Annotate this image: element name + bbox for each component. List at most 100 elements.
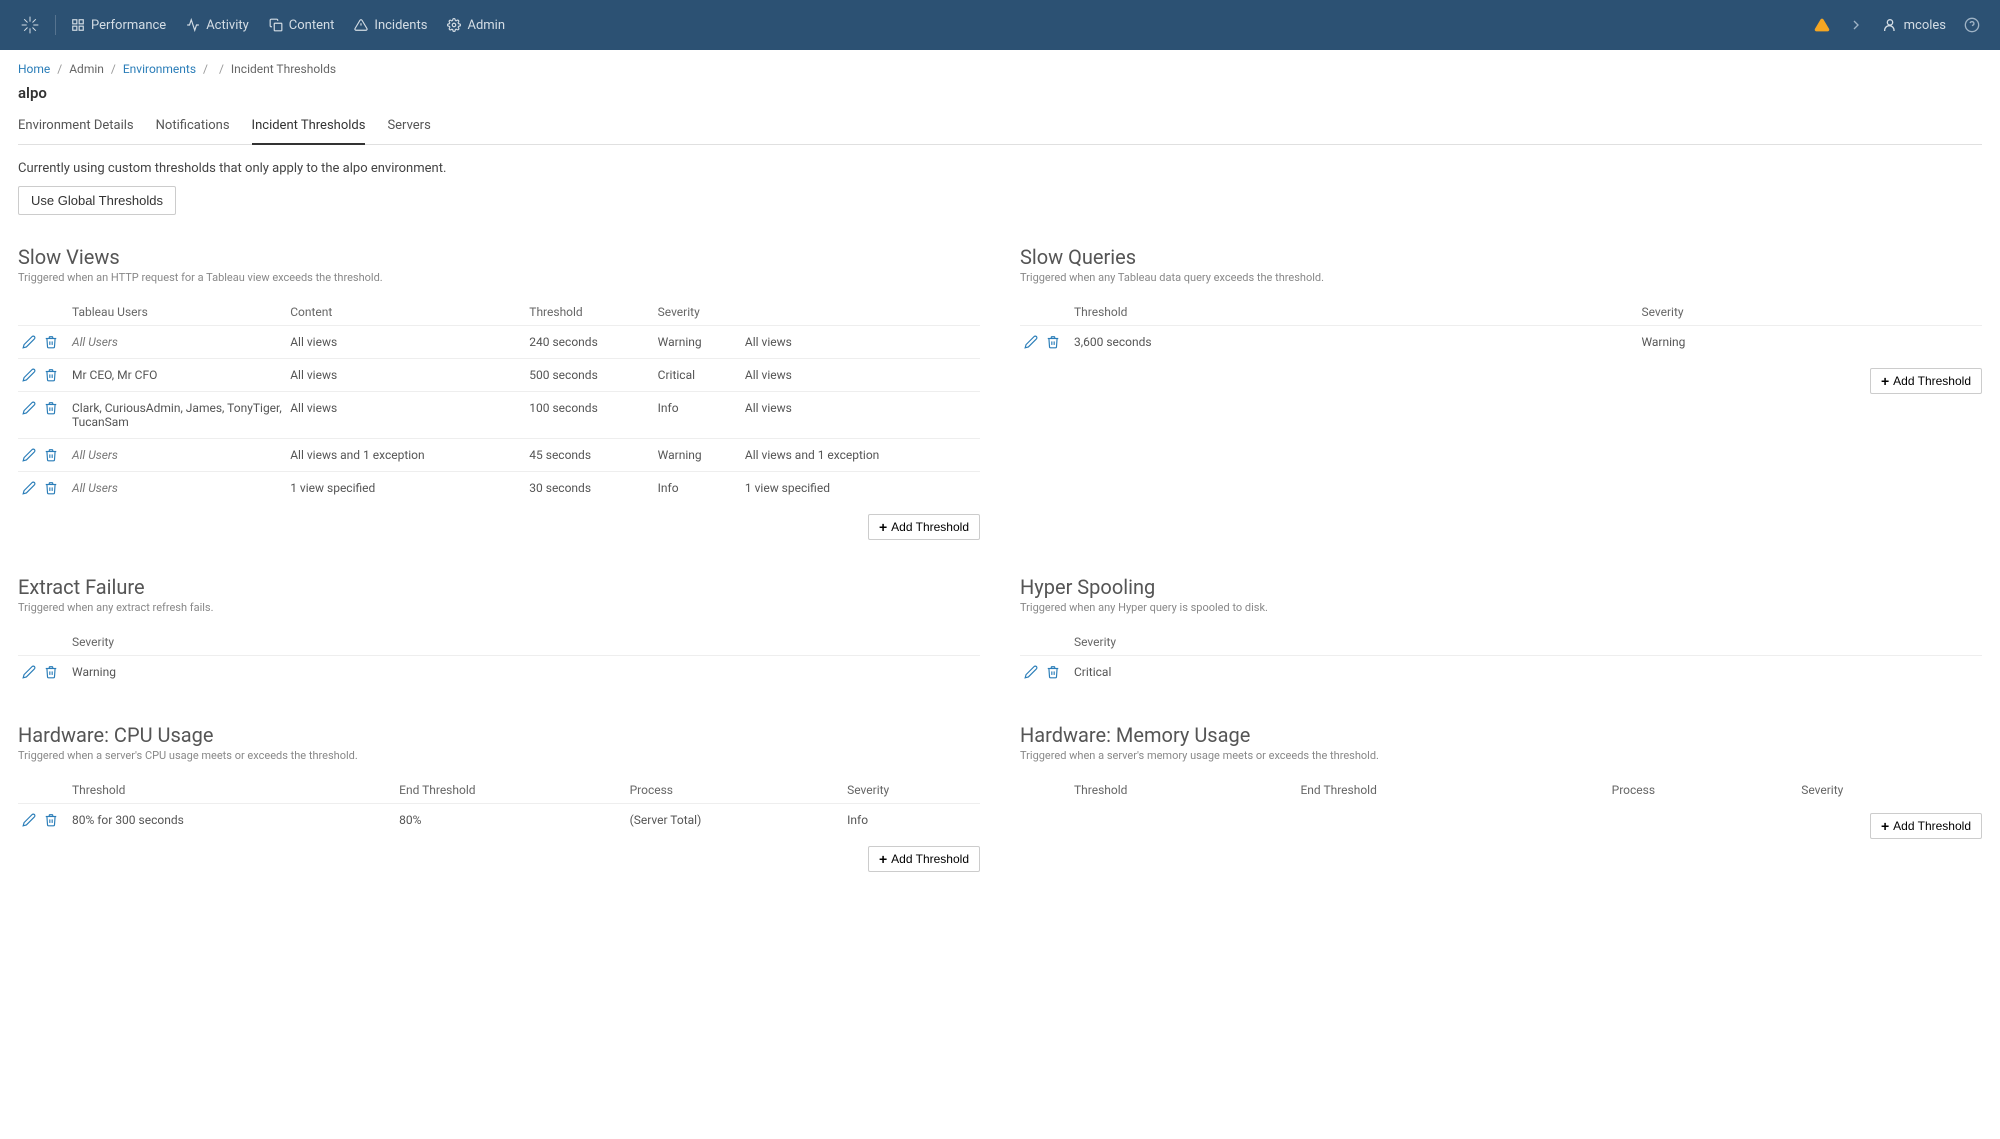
cell-severity: Warning [68, 656, 980, 689]
use-global-thresholds-button[interactable]: Use Global Thresholds [18, 186, 176, 215]
col-header: Severity [654, 299, 741, 326]
col-header: Threshold [1070, 777, 1296, 803]
breadcrumb-environments[interactable]: Environments [123, 62, 196, 76]
logo-container [20, 15, 56, 35]
table-row: Critical [1020, 656, 1982, 689]
add-threshold-button[interactable]: +Add Threshold [868, 514, 980, 540]
delete-icon[interactable] [44, 813, 58, 827]
breadcrumb-sep: / [219, 62, 224, 76]
table-row: Clark, CuriousAdmin, James, TonyTiger, T… [18, 392, 980, 439]
edit-icon[interactable] [22, 481, 36, 495]
col-header: End Threshold [1296, 777, 1607, 803]
nav-activity[interactable]: Activity [186, 18, 249, 33]
add-label: Add Threshold [891, 852, 969, 866]
tab-servers[interactable]: Servers [387, 112, 430, 144]
table-row: All UsersAll views and 1 exception45 sec… [18, 439, 980, 472]
nav-incidents[interactable]: Incidents [354, 18, 427, 33]
info-text: Currently using custom thresholds that o… [18, 161, 1982, 176]
topbar-right: mcoles [1814, 17, 1980, 33]
user-menu[interactable]: mcoles [1882, 17, 1946, 33]
delete-icon[interactable] [1046, 335, 1060, 349]
plus-icon: + [879, 852, 887, 866]
edit-icon[interactable] [22, 665, 36, 679]
tabs-container: Environment Details Notifications Incide… [18, 112, 1982, 145]
nav-label: Activity [206, 18, 249, 33]
breadcrumb: Home / Admin / Environments / / Incident… [18, 62, 1982, 76]
tab-environment-details[interactable]: Environment Details [18, 112, 134, 144]
chevron-right-icon[interactable] [1848, 17, 1864, 33]
table-row: Mr CEO, Mr CFOAll views500 secondsCritic… [18, 359, 980, 392]
table-row: All Users1 view specified30 secondsInfo1… [18, 472, 980, 505]
delete-icon[interactable] [44, 401, 58, 415]
section-slow-queries: Slow Queries Triggered when any Tableau … [1020, 245, 1982, 540]
activity-icon [186, 18, 200, 32]
col-header: Severity [68, 629, 980, 656]
main-nav: Performance Activity Content Incidents A… [71, 18, 505, 33]
edit-icon[interactable] [22, 368, 36, 382]
edit-icon[interactable] [1024, 335, 1038, 349]
cell-severity: Info [843, 804, 980, 837]
table-row: 3,600 secondsWarning [1020, 326, 1982, 359]
help-icon[interactable] [1964, 17, 1980, 33]
slow-views-table: Tableau Users Content Threshold Severity… [18, 299, 980, 504]
slow-queries-table: Threshold Severity 3,600 secondsWarning [1020, 299, 1982, 358]
col-header: Tableau Users [68, 299, 286, 326]
edit-icon[interactable] [22, 813, 36, 827]
add-threshold-button[interactable]: +Add Threshold [1870, 813, 1982, 839]
username: mcoles [1904, 18, 1946, 33]
col-header [741, 299, 980, 326]
cell-content: All views [286, 359, 525, 392]
edit-icon[interactable] [1024, 665, 1038, 679]
section-extract-failure: Extract Failure Triggered when any extra… [18, 575, 980, 688]
cell-content: All views and 1 exception [286, 439, 525, 472]
delete-icon[interactable] [44, 481, 58, 495]
user-icon [1882, 17, 1898, 33]
edit-icon[interactable] [22, 448, 36, 462]
col-header: Content [286, 299, 525, 326]
section-desc: Triggered when any Tableau data query ex… [1020, 271, 1982, 284]
col-header: Severity [1070, 629, 1982, 656]
cell-end-threshold: 80% [395, 804, 625, 837]
nav-admin[interactable]: Admin [447, 18, 505, 33]
section-cpu-usage: Hardware: CPU Usage Triggered when a ser… [18, 723, 980, 872]
nav-content[interactable]: Content [269, 18, 335, 33]
cell-users: Clark, CuriousAdmin, James, TonyTiger, T… [68, 392, 286, 439]
table-row: All UsersAll views240 secondsWarningAll … [18, 326, 980, 359]
tab-incident-thresholds[interactable]: Incident Thresholds [252, 112, 366, 145]
hyper-spooling-table: Severity Critical [1020, 629, 1982, 688]
delete-icon[interactable] [1046, 665, 1060, 679]
edit-icon[interactable] [22, 335, 36, 349]
tab-notifications[interactable]: Notifications [156, 112, 230, 144]
nav-label: Content [289, 18, 335, 33]
delete-icon[interactable] [44, 665, 58, 679]
section-desc: Triggered when a server's CPU usage meet… [18, 749, 980, 762]
plus-icon: + [1881, 819, 1889, 833]
breadcrumb-home[interactable]: Home [18, 62, 50, 76]
cell-threshold: 30 seconds [525, 472, 653, 505]
nav-performance[interactable]: Performance [71, 18, 166, 33]
delete-icon[interactable] [44, 448, 58, 462]
col-header: Threshold [68, 777, 395, 804]
cell-content: All views [286, 326, 525, 359]
delete-icon[interactable] [44, 335, 58, 349]
alert-icon[interactable] [1814, 17, 1830, 33]
delete-icon[interactable] [44, 368, 58, 382]
nav-label: Performance [91, 18, 166, 33]
grid-icon [71, 18, 85, 32]
edit-icon[interactable] [22, 401, 36, 415]
cell-threshold: 45 seconds [525, 439, 653, 472]
cell-severity: Warning [654, 326, 741, 359]
cell-threshold: 100 seconds [525, 392, 653, 439]
cell-content: All views [286, 392, 525, 439]
add-threshold-button[interactable]: +Add Threshold [1870, 368, 1982, 394]
section-desc: Triggered when an HTTP request for a Tab… [18, 271, 980, 284]
add-threshold-button[interactable]: + Add Threshold [868, 846, 980, 872]
section-desc: Triggered when a server's memory usage m… [1020, 749, 1982, 762]
section-title: Extract Failure [18, 575, 980, 599]
add-label: Add Threshold [1893, 374, 1971, 388]
gear-icon [447, 18, 461, 32]
cell-extra: 1 view specified [741, 472, 980, 505]
cell-users: All Users [68, 472, 286, 505]
table-row: Warning [18, 656, 980, 689]
breadcrumb-sep: / [203, 62, 208, 76]
